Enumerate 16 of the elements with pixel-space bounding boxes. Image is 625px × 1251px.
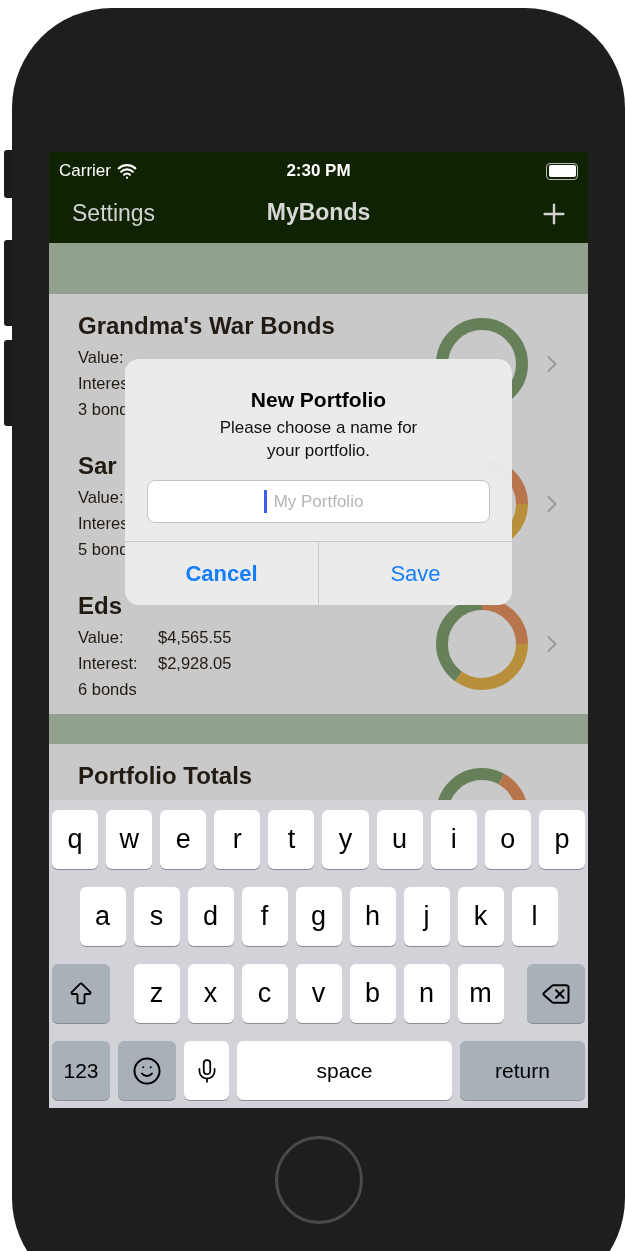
field-value: $2,928.05 xyxy=(158,653,232,674)
field-label: Value: xyxy=(78,627,125,648)
portfolio-name: Eds xyxy=(78,592,123,620)
field-label: 6 bonds xyxy=(78,679,138,700)
dialog-title: New Portfolio xyxy=(250,387,387,413)
field-label: Value: xyxy=(78,347,125,368)
carrier-label: Carrier xyxy=(59,161,111,181)
portfolio-name: Grandma's War Bonds xyxy=(78,312,335,340)
portfolio-name: Sar xyxy=(78,452,118,480)
dialog-message: Please choose a name for your portfolio. xyxy=(218,417,419,462)
field-value: $4,565.55 xyxy=(158,627,232,648)
screen-title: MyBonds xyxy=(266,199,371,226)
field-label: Value: xyxy=(78,487,125,508)
clock: 2:30 PM xyxy=(286,161,351,181)
totals-title: Portfolio Totals xyxy=(78,762,253,790)
field-label: Interest: xyxy=(78,653,139,674)
